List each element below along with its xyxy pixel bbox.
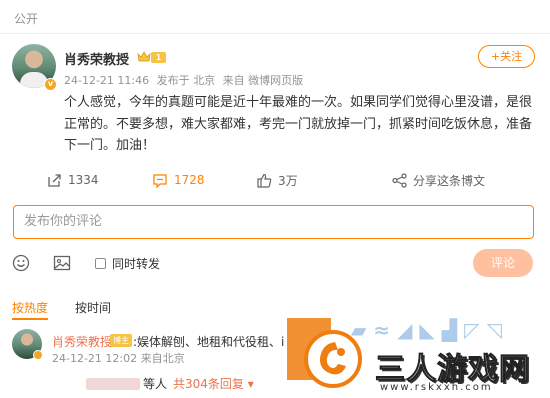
blurred-username (86, 377, 140, 390)
image-icon[interactable] (53, 254, 71, 272)
tab-sort-time[interactable]: 按时间 (75, 299, 111, 316)
comment-input[interactable]: 发布你的评论 (13, 205, 534, 239)
view-replies-link[interactable]: 共304条回复 ▾ (173, 375, 254, 392)
repost-checkbox[interactable] (95, 258, 106, 269)
submit-comment-button[interactable]: 评论 (473, 249, 533, 277)
comment-verified-badge (33, 350, 43, 360)
comment-button[interactable]: 1728 (152, 168, 205, 192)
follow-button[interactable]: +关注 (478, 45, 535, 68)
crown-icon (137, 51, 151, 62)
comment-count: 1728 (174, 173, 205, 187)
author-name[interactable]: 肖秀荣教授 (64, 49, 129, 68)
repost-button[interactable]: 1334 (46, 168, 99, 192)
like-count: 3万 (278, 173, 298, 188)
share-icon (392, 172, 407, 188)
post-ip: 发布于 北京 (156, 74, 216, 87)
watermark-faint-text: ▰ ≈ ◢ ◣ ▟ ◸ ◹ (351, 318, 502, 342)
repost-option[interactable]: 同时转发 (95, 255, 160, 272)
verified-badge: v (44, 78, 57, 91)
repost-count: 1334 (68, 173, 99, 187)
post-time[interactable]: 24-12-21 11:46 (64, 74, 149, 87)
share-label: 分享这条博文 (413, 173, 486, 188)
tab-sort-hot[interactable]: 按热度 (12, 299, 48, 316)
post-source: 来自 微博网页版 (222, 74, 304, 87)
share-button[interactable]: 分享这条博文 (392, 168, 485, 192)
post-meta: 24-12-21 11:46 发布于 北京 来自 微博网页版 (64, 72, 307, 88)
member-level-badge: 1 (151, 52, 166, 63)
comment-text: :娱体解刨、地租和代役租、i (133, 335, 285, 349)
site-watermark: ▰ ≈ ◢ ◣ ▟ ◸ ◹ 三人游戏网 www.rskxxh.com (287, 318, 550, 398)
comment-icon (153, 173, 167, 188)
active-tab-underline (12, 318, 48, 320)
top-bar: 公开 (0, 0, 550, 34)
like-button[interactable]: 3万 (256, 168, 298, 192)
post-actions: 1334 1728 3万 分享这条博文 (0, 168, 550, 194)
repost-option-label: 同时转发 (112, 257, 161, 271)
like-icon (257, 173, 272, 188)
comment-meta: 24-12-21 12:02 来自北京 (52, 352, 185, 365)
reply-suffix: 等人 (143, 377, 168, 391)
post-content: 个人感觉，今年的真题可能是近十年最难的一次。如果同学们觉得心里没谱，是很正常的。… (64, 95, 533, 153)
emoji-icon[interactable] (12, 254, 30, 272)
reply-summary: 等人 共304条回复 ▾ (52, 375, 254, 392)
watermark-url: www.rskxxh.com (380, 382, 493, 393)
visibility-label: 公开 (14, 12, 39, 26)
repost-icon (48, 173, 61, 187)
comment-author[interactable]: 肖秀荣教授 (52, 333, 112, 350)
blogger-badge: 博主 (110, 334, 132, 347)
